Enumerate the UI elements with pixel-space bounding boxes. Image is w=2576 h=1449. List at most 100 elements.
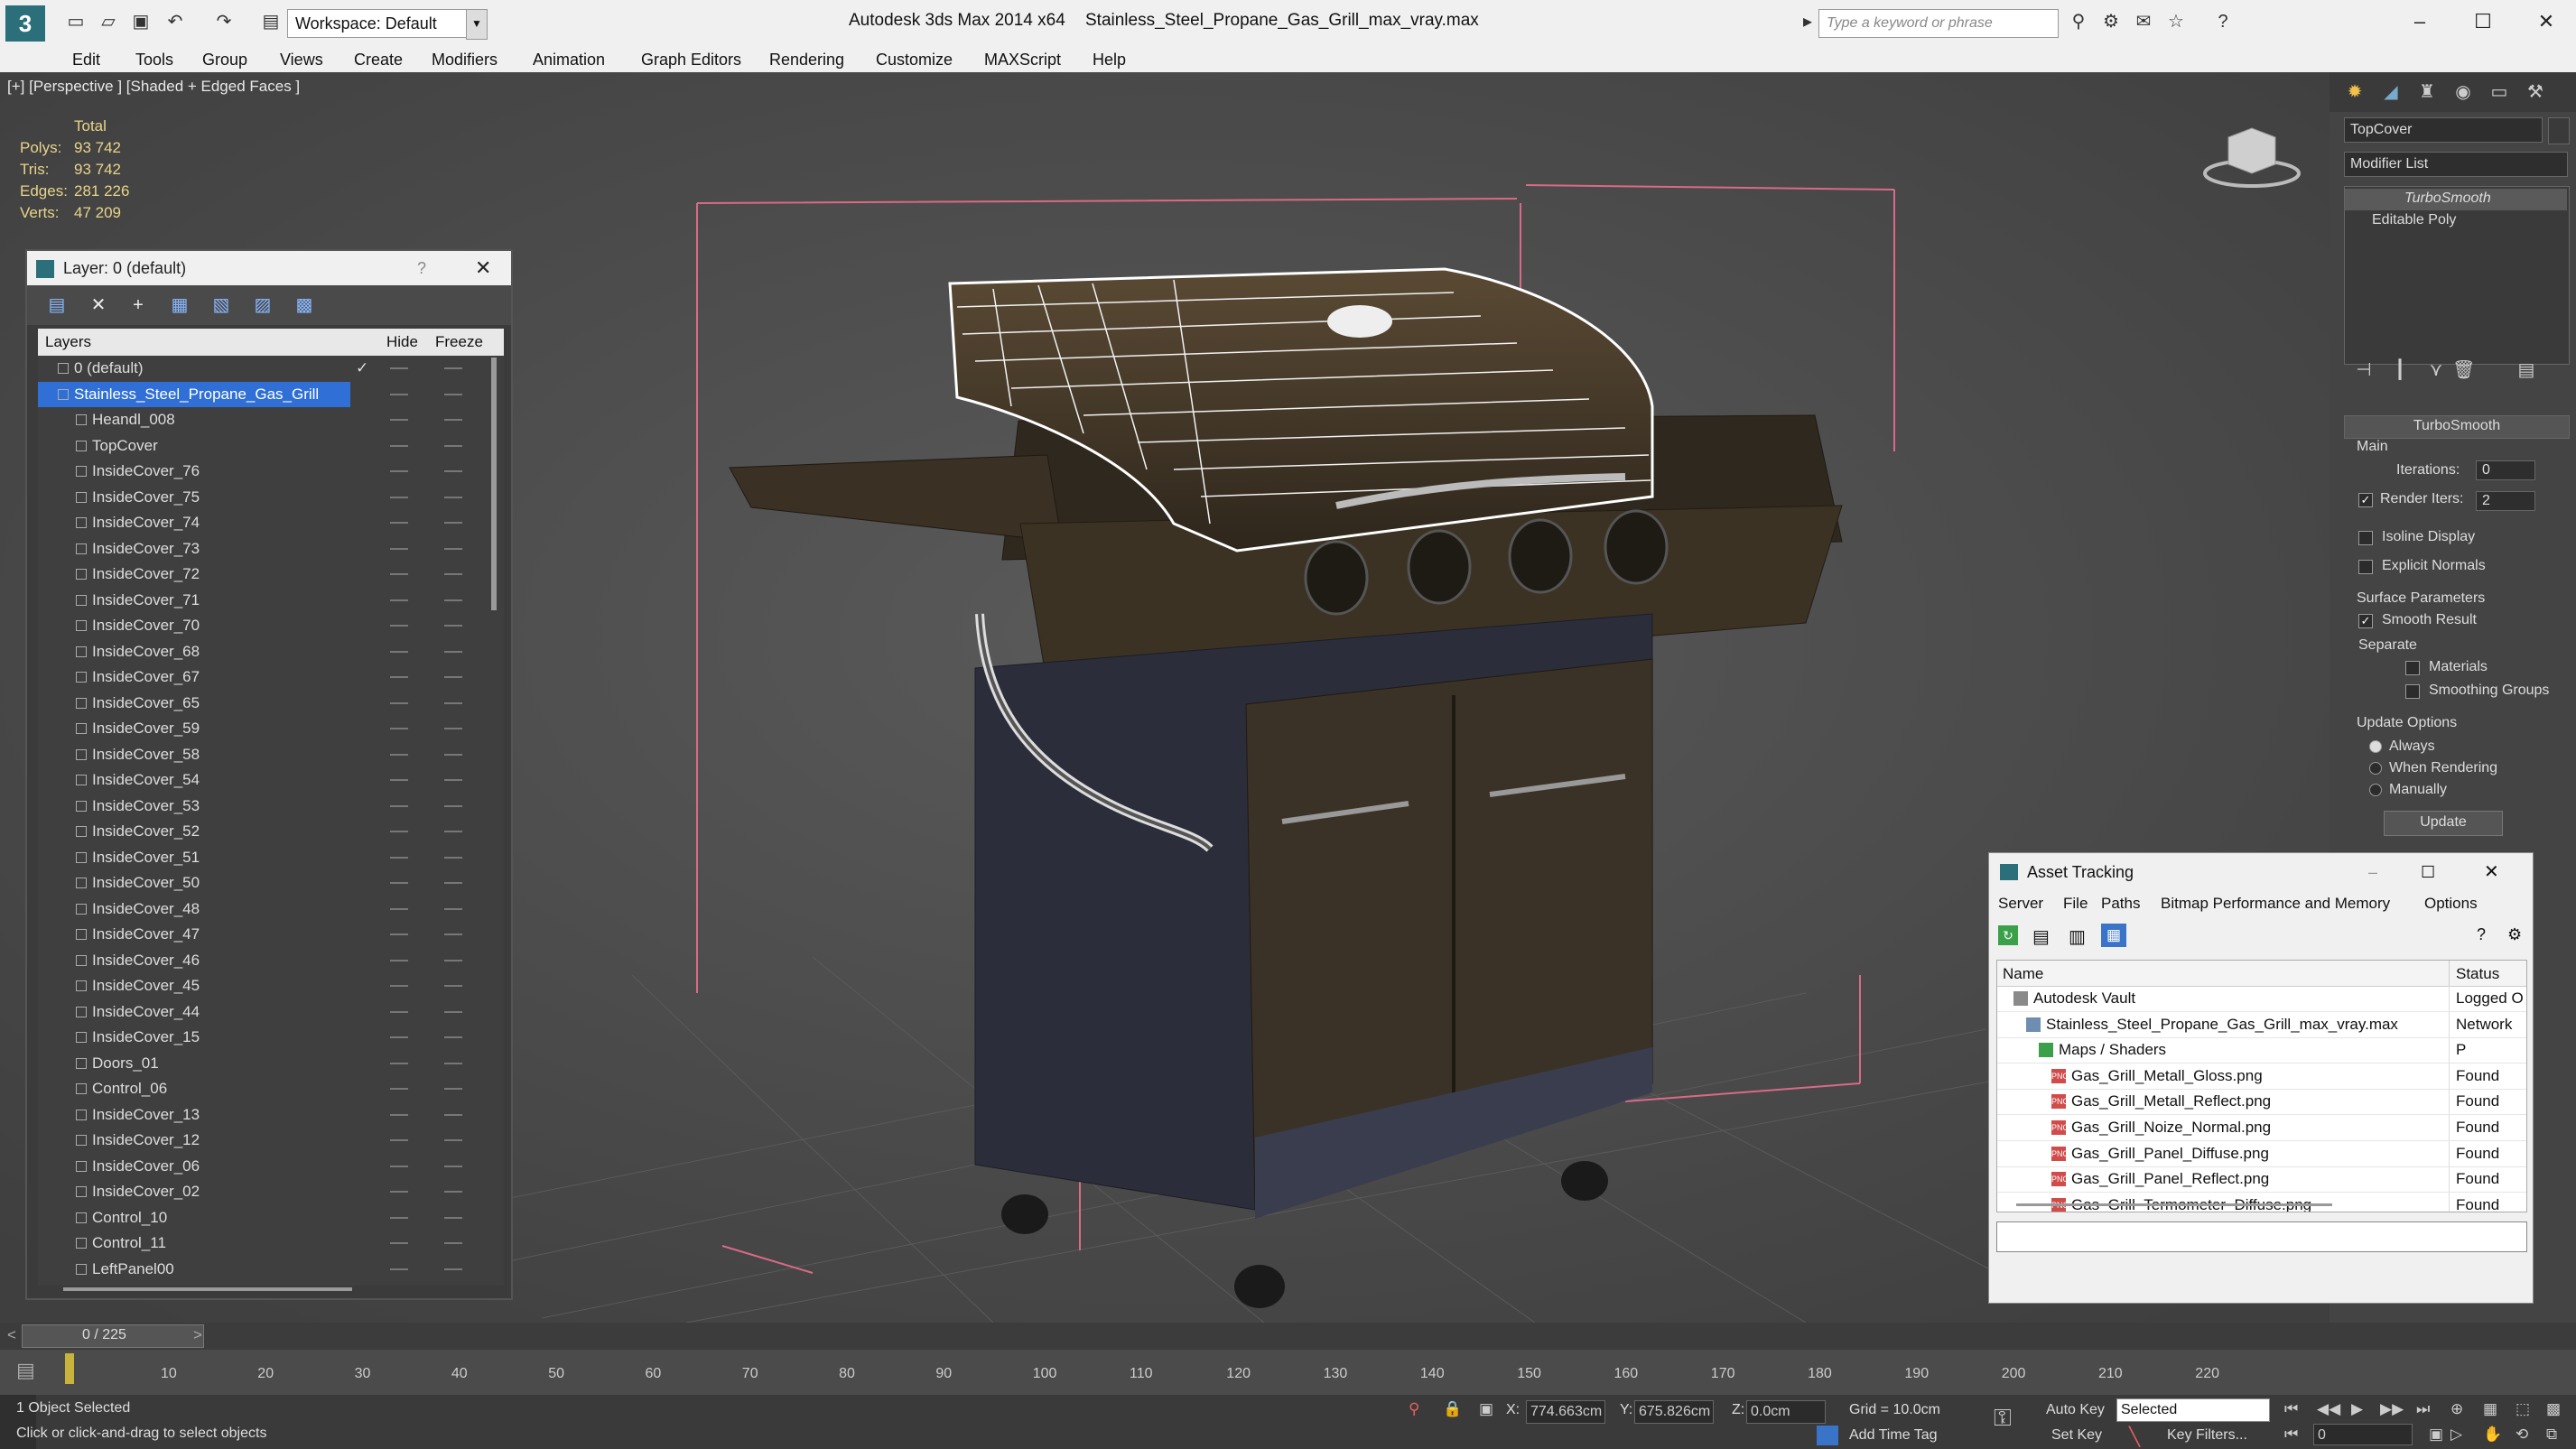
help-icon[interactable]: ? [417, 251, 426, 285]
zoom-extents-all-icon[interactable]: ▩ [2546, 1400, 2561, 1418]
object-row[interactable]: TopCover [38, 433, 489, 459]
object-row[interactable]: Heandl_008 [38, 407, 489, 432]
redo-icon[interactable]: ↷ [213, 11, 235, 33]
freeze-toggle[interactable] [444, 676, 462, 678]
layer-scrollbar[interactable] [491, 358, 497, 610]
hierarchy-tab-icon[interactable]: ♜ [2416, 81, 2438, 103]
freeze-toggle[interactable] [444, 1242, 462, 1244]
layer-hscrollbar[interactable] [63, 1287, 352, 1291]
freeze-toggle[interactable] [444, 650, 462, 653]
hide-toggle[interactable] [390, 933, 408, 935]
object-row[interactable]: InsideCover_06 [38, 1154, 489, 1179]
asset-row[interactable]: PNG Gas_Grill_Panel_Diffuse.png Found [1997, 1140, 2526, 1167]
hide-toggle[interactable] [390, 496, 408, 498]
freeze-toggle[interactable] [444, 1191, 462, 1193]
object-row[interactable]: Control_10 [38, 1205, 489, 1231]
hide-toggle[interactable] [390, 522, 408, 524]
current-frame-field[interactable]: 0 [2313, 1424, 2413, 1445]
time-slider-thumb[interactable]: 0 / 225 [22, 1324, 204, 1348]
freeze-toggle[interactable] [444, 1139, 462, 1141]
object-row[interactable]: InsideCover_52 [38, 819, 489, 844]
freeze-toggle[interactable] [444, 753, 462, 756]
asset-row[interactable]: PNG Gas_Grill_Panel_Reflect.png Found [1997, 1166, 2526, 1194]
hide-toggle[interactable] [390, 419, 408, 421]
object-row[interactable]: LeftPanel00 [38, 1257, 489, 1282]
freeze-toggle[interactable] [444, 573, 462, 575]
project-folder-icon[interactable]: ▤ [260, 11, 282, 33]
auto-key-button[interactable]: Auto Key [2046, 1402, 2105, 1418]
hide-toggle[interactable] [390, 444, 408, 447]
object-row[interactable]: InsideCover_65 [38, 691, 489, 716]
menu-help[interactable]: Help [1093, 51, 1126, 70]
binoculars-icon[interactable]: ⚲ [2068, 11, 2089, 33]
help-icon[interactable]: ? [2477, 925, 2486, 944]
freeze-toggle[interactable] [444, 907, 462, 910]
hide-toggle[interactable] [390, 625, 408, 627]
col-status[interactable]: Status [2456, 965, 2499, 983]
col-hide[interactable]: Hide [386, 333, 418, 351]
object-row[interactable]: InsideCover_51 [38, 845, 489, 870]
object-row[interactable]: InsideCover_54 [38, 767, 489, 793]
minimize-icon[interactable]: – [2368, 853, 2377, 891]
menu-customize[interactable]: Customize [876, 51, 953, 70]
object-row[interactable]: InsideCover_47 [38, 922, 489, 947]
object-row[interactable]: InsideCover_53 [38, 794, 489, 819]
asset-tracking-titlebar[interactable]: Asset Tracking – ☐ ✕ [1989, 853, 2533, 891]
freeze-toggle[interactable] [444, 804, 462, 807]
viewport-label[interactable]: [+] [Perspective ] [Shaded + Edged Faces… [7, 78, 300, 96]
asset-row[interactable]: Maps / Shaders [1997, 1037, 2526, 1064]
always-radio[interactable] [2369, 740, 2382, 753]
menu-graph-editors[interactable]: Graph Editors [641, 51, 741, 70]
object-row[interactable]: InsideCover_13 [38, 1102, 489, 1128]
go-to-start-icon[interactable]: ⏮ [2284, 1400, 2298, 1418]
hide-all-icon[interactable]: ▨ [251, 294, 274, 316]
layer-row[interactable]: Stainless_Steel_Propane_Gas_Grill [38, 381, 462, 407]
close-icon[interactable]: ✕ [2484, 853, 2499, 891]
refresh-icon[interactable]: ↻ [1998, 925, 2018, 945]
freeze-toggle[interactable] [444, 1010, 462, 1013]
hide-toggle[interactable] [390, 1139, 408, 1141]
layer-row[interactable]: ✓ 0 (default) [38, 356, 489, 381]
new-file-icon[interactable]: ▭ [65, 11, 87, 33]
freeze-toggle[interactable] [444, 470, 462, 472]
chevron-down-icon[interactable]: ▼ [466, 9, 488, 40]
zoom-all-icon[interactable]: ▦ [2483, 1400, 2497, 1418]
communication-icon[interactable]: ✉ [2133, 11, 2154, 33]
freeze-toggle[interactable] [444, 831, 462, 832]
minimize-icon[interactable]: – [2402, 7, 2438, 36]
active-layer-check-icon[interactable]: ✓ [356, 356, 368, 381]
select-in-layer-icon[interactable]: ▦ [168, 294, 191, 316]
object-row[interactable]: InsideCover_70 [38, 613, 489, 638]
hide-toggle[interactable] [390, 573, 408, 575]
hide-toggle[interactable] [390, 701, 408, 704]
materials-checkbox[interactable] [2405, 661, 2420, 675]
motion-tab-icon[interactable]: ◉ [2452, 81, 2474, 103]
hide-toggle[interactable] [390, 393, 408, 395]
smoothing-groups-checkbox[interactable] [2405, 684, 2420, 699]
set-key-icon[interactable]: ⚿ [1994, 1404, 2012, 1433]
key-filters-button[interactable]: Key Filters... [2167, 1427, 2247, 1444]
object-row[interactable]: Control_11 [38, 1231, 489, 1256]
hide-toggle[interactable] [390, 856, 408, 859]
list-view-icon[interactable]: ▤ [2032, 925, 2050, 948]
freeze-toggle[interactable] [444, 933, 462, 935]
menu-maxscript[interactable]: MAXScript [984, 51, 1061, 70]
configure-sets-icon[interactable]: ▤ [2516, 359, 2537, 381]
lock-icon[interactable]: 🔒 [1443, 1400, 1462, 1418]
highlight-layer-icon[interactable]: ▧ [209, 294, 233, 316]
col-freeze[interactable]: Freeze [435, 333, 483, 351]
time-config-icon[interactable]: ▣ [2429, 1426, 2443, 1444]
freeze-toggle[interactable] [444, 1268, 462, 1270]
create-tab-icon[interactable]: ✹ [2344, 81, 2366, 103]
freeze-toggle[interactable] [444, 1036, 462, 1038]
freeze-toggle[interactable] [444, 1165, 462, 1167]
asset-hscrollbar[interactable] [2016, 1203, 2332, 1206]
x-coordinate-field[interactable]: 774.663cm [1526, 1400, 1605, 1424]
close-icon[interactable]: ✕ [475, 251, 491, 285]
hide-toggle[interactable] [390, 547, 408, 550]
close-icon[interactable]: ✕ [2528, 7, 2564, 36]
freeze-toggle[interactable] [444, 779, 462, 781]
asset-path-field[interactable] [1996, 1221, 2527, 1252]
asset-menu-paths[interactable]: Paths [2101, 895, 2140, 913]
next-key-icon[interactable]: ▶▶ [2380, 1400, 2404, 1418]
